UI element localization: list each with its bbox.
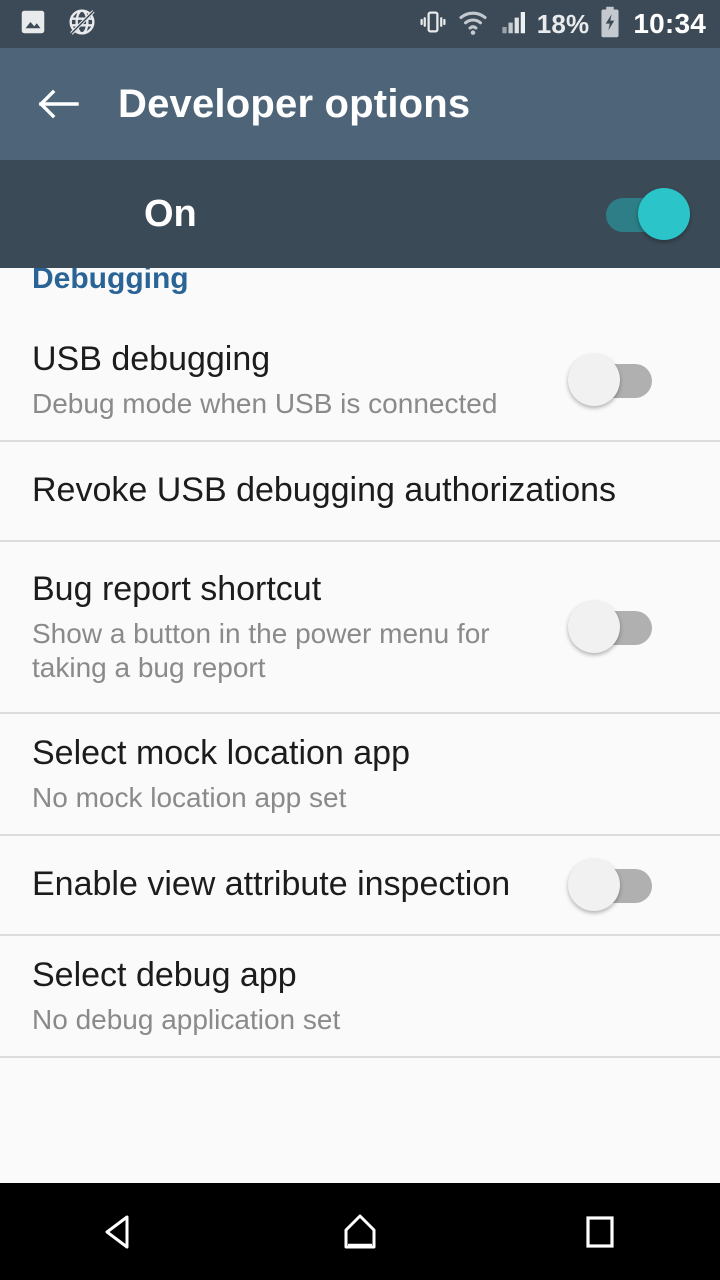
list-item-title: Select debug app [32, 955, 297, 994]
enable-view-attribute-inspection-toggle[interactable] [568, 857, 660, 913]
battery-percent-label: 18% [536, 9, 590, 39]
list-item-texts: Enable view attribute inspection [32, 865, 568, 904]
list-item-title: Revoke USB debugging authorizations [32, 471, 617, 510]
list-item-subtitle: No mock location app set [32, 781, 347, 813]
list-item-revoke-usb-debugging-authorizations[interactable]: Revoke USB debugging authorizations [0, 442, 720, 542]
status-bar-right-icons: 18% 10:34 [418, 6, 706, 43]
home-icon [344, 1214, 376, 1248]
home-nav-button[interactable] [300, 1183, 420, 1280]
back-triangle-icon [105, 1215, 129, 1248]
navigation-bar [0, 1183, 720, 1280]
bug-report-shortcut-toggle[interactable] [568, 599, 660, 655]
battery-charging-icon [598, 6, 622, 43]
status-bar-left-icons [18, 6, 98, 43]
section-header-debugging: Debugging [0, 268, 720, 320]
recents-square-icon [586, 1215, 614, 1248]
section-header-label: Debugging [32, 268, 189, 295]
list-item-subtitle: No debug application set [32, 1003, 341, 1035]
list-item-texts: Select mock location app No mock locatio… [32, 734, 690, 815]
list-item-enable-view-attribute-inspection[interactable]: Enable view attribute inspection [0, 836, 720, 936]
back-button[interactable] [22, 68, 94, 140]
usb-debugging-toggle[interactable] [568, 352, 660, 408]
recents-nav-button[interactable] [540, 1183, 660, 1280]
list-item-title: Bug report shortcut [32, 569, 322, 608]
list-item-bug-report-shortcut[interactable]: Bug report shortcut Show a button in the… [0, 542, 720, 714]
switch-thumb [638, 188, 690, 240]
list-item-title: Select mock location app [32, 733, 410, 772]
list-item-subtitle: Debug mode when USB is connected [32, 387, 498, 419]
app-bar: Developer options [0, 48, 720, 160]
vibrate-icon [418, 7, 448, 42]
settings-list[interactable]: Debugging USB debugging Debug mode when … [0, 268, 720, 1183]
screenshot-image-icon [18, 7, 48, 42]
master-switch-row[interactable]: On [0, 160, 720, 268]
list-item-texts: USB debugging Debug mode when USB is con… [32, 340, 568, 421]
back-nav-button[interactable] [60, 1183, 180, 1280]
clock-label: 10:34 [633, 8, 706, 39]
page-title: Developer options [118, 81, 471, 126]
arrow-left-icon [38, 89, 79, 119]
list-item-usb-debugging[interactable]: USB debugging Debug mode when USB is con… [0, 320, 720, 442]
switch-thumb [568, 859, 620, 911]
developer-options-screen: 18% 10:34 Developer options On Debugging… [0, 0, 720, 1280]
no-internet-globe-icon [66, 6, 98, 43]
master-switch-label: On [144, 192, 197, 235]
list-item-select-debug-app[interactable]: Select debug app No debug application se… [0, 936, 720, 1058]
wifi-icon [457, 7, 489, 42]
list-item-title: Enable view attribute inspection [32, 865, 511, 904]
list-item-subtitle: Show a button in the power menu for taki… [32, 617, 490, 683]
cellular-signal-icon [498, 7, 528, 42]
list-item-texts: Select debug app No debug application se… [32, 956, 690, 1037]
status-bar: 18% 10:34 [0, 0, 720, 48]
list-item-texts: Revoke USB debugging authorizations [32, 471, 690, 510]
master-switch-toggle[interactable] [598, 186, 690, 242]
switch-thumb [568, 601, 620, 653]
list-item-title: USB debugging [32, 339, 271, 378]
list-item-texts: Bug report shortcut Show a button in the… [32, 570, 568, 684]
list-item-select-mock-location-app[interactable]: Select mock location app No mock locatio… [0, 714, 720, 836]
switch-thumb [568, 354, 620, 406]
